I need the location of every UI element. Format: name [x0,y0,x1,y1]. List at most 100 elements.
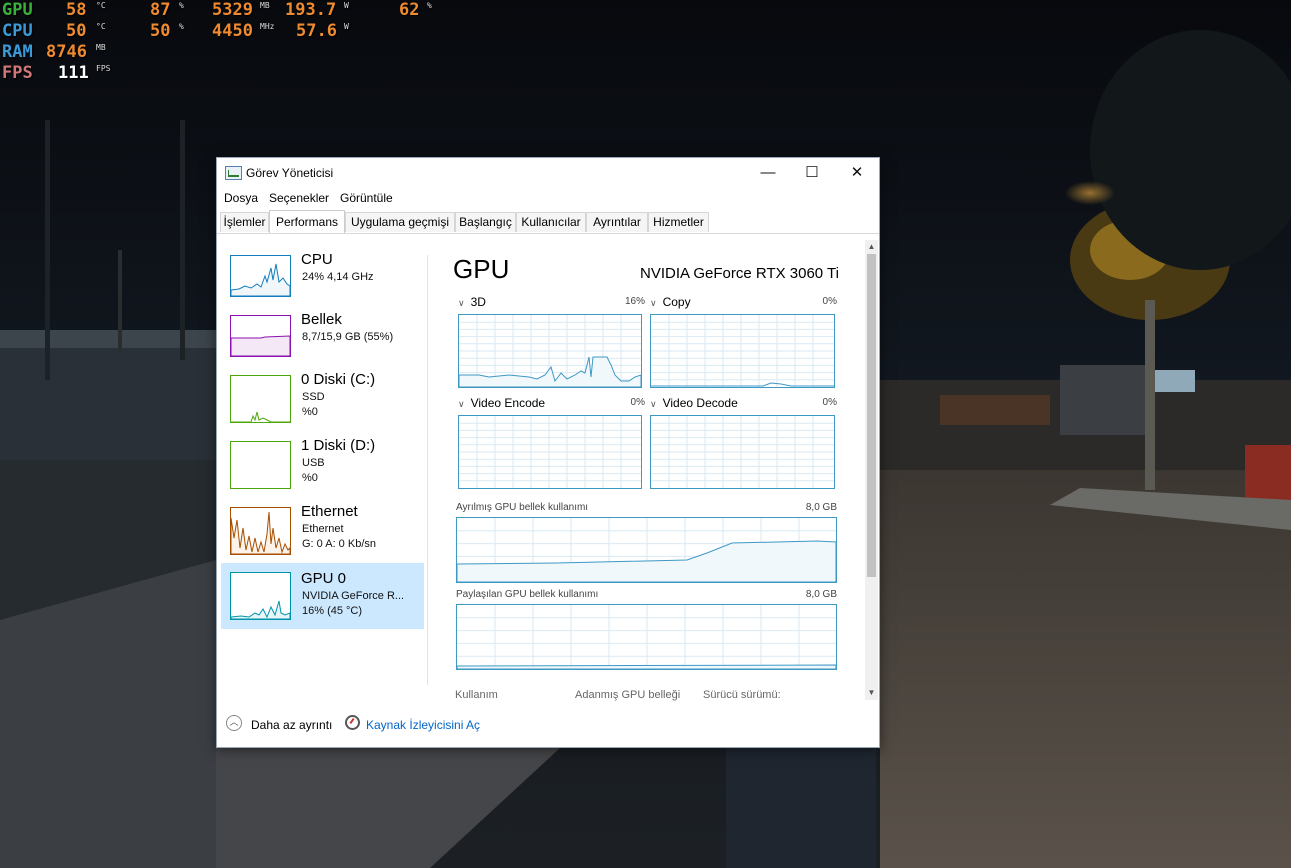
minimize-button[interactable]: — [745,158,791,187]
chevron-down-icon: ∨ [458,399,465,409]
resource-detail: G: 0 A: 0 Kb/sn [302,538,376,550]
osd-gpu-temp: 58 [66,0,87,20]
gpu-device-name: NVIDIA GeForce RTX 3060 Ti [640,265,839,282]
resource-item-cpu[interactable]: CPU 24% 4,14 GHz [221,249,424,313]
osd-gpu-load: 87 [150,0,171,20]
engine-percent: 0% [822,296,837,307]
task-manager-app-icon [225,166,242,180]
resource-title: Ethernet [301,503,358,520]
engine-percent: 16% [624,296,645,307]
engine-selector-copy[interactable]: ∨ Copy [650,295,691,309]
resource-title: Bellek [301,311,342,328]
dedicated-memory-graph [456,517,837,583]
engine-label: 3D [470,295,486,309]
open-resource-monitor-link[interactable]: Kaynak İzleyicisini Aç [366,718,480,732]
stat-utilization-label: Kullanım [455,689,498,701]
osd-cpu-clock: 4450 [212,21,253,41]
osd-gpu-power: 193.7 [285,0,337,20]
osd-unit: °C [96,22,106,31]
task-manager-window: Görev Yöneticisi — ☐ ✕ Dosya Seçenekler … [216,157,880,748]
osd-label-fps: FPS [2,63,33,83]
maximize-button[interactable]: ☐ [789,158,835,187]
menu-file[interactable]: Dosya [224,191,258,205]
resource-detail: %0 [302,406,318,418]
cpu-mini-graph [230,255,291,297]
tab-bar: İşlemler Performans Uygulama geçmişi Baş… [217,210,879,234]
tab-performance[interactable]: Performans [269,210,345,233]
chevron-down-icon: ∨ [650,399,657,409]
tab-services[interactable]: Hizmetler [648,212,709,232]
osd-gpu-fan: 62 [399,0,420,20]
engine-graph-video-encode [458,415,642,489]
osd-label-cpu: CPU [2,21,33,41]
engine-graph-copy [650,314,835,388]
resource-title: GPU 0 [301,570,347,587]
osd-cpu-load: 50 [150,21,171,41]
resource-item-ethernet[interactable]: Ethernet Ethernet G: 0 A: 0 Kb/sn [221,501,424,565]
menu-options[interactable]: Seçenekler [269,191,329,205]
osd-label-ram: RAM [2,42,33,62]
osd-unit: % [179,22,184,31]
chevron-up-circle-icon[interactable]: ︿ [226,715,242,731]
osd-unit: MHz [260,22,275,31]
osd-gpu-mem: 5329 [212,0,253,20]
scroll-down-arrow-icon[interactable]: ▼ [865,686,878,699]
footer-bar: ︿ Daha az ayrıntı Kaynak İzleyicisini Aç [217,706,879,748]
fewer-details-link[interactable]: Daha az ayrıntı [251,718,332,732]
stat-driver-version-label: Sürücü sürümü: [703,689,781,701]
osd-fps-value: 111 [58,63,89,83]
osd-unit: W [344,1,349,10]
resource-item-memory[interactable]: Bellek 8,7/15,9 GB (55%) [221,309,424,373]
osd-cpu-temp: 50 [66,21,87,41]
tab-startup[interactable]: Başlangıç [455,212,516,232]
close-button[interactable]: ✕ [834,158,880,187]
scrollbar-thumb[interactable] [867,254,876,577]
osd-unit: °C [96,1,106,10]
resource-title: 0 Diski (C:) [301,371,376,388]
engine-graph-3d [458,314,642,388]
osd-cpu-power: 57.6 [296,21,337,41]
engine-label: Video Decode [662,396,738,410]
shared-memory-graph [456,604,837,670]
engine-graph-video-decode [650,415,835,489]
resource-item-disk-c[interactable]: 0 Diski (C:) SSD %0 [221,369,424,433]
osd-unit: MB [260,1,270,10]
osd-label-gpu: GPU [2,0,33,20]
tab-app-history[interactable]: Uygulama geçmişi [345,212,455,232]
resource-detail: 8,7/15,9 GB (55%) [302,331,394,343]
resource-item-disk-d[interactable]: 1 Diski (D:) USB %0 [221,435,424,499]
engine-selector-video-decode[interactable]: ∨ Video Decode [650,396,738,410]
tab-details[interactable]: Ayrıntılar [586,212,648,232]
tab-users[interactable]: Kullanıcılar [516,212,586,232]
resource-title: CPU [301,251,333,268]
resource-item-gpu[interactable]: GPU 0 NVIDIA GeForce R... 16% (45 °C) [221,563,424,629]
resource-monitor-icon [345,715,360,730]
engine-percent: 0% [630,397,645,408]
stat-dedicated-memory-label: Adanmış GPU belleği [575,689,681,701]
dedicated-memory-max: 8,0 GB [805,502,837,513]
chevron-down-icon: ∨ [650,298,657,308]
shared-memory-label: Paylaşılan GPU bellek kullanımı [456,589,599,600]
resource-list: CPU 24% 4,14 GHz Bellek 8,7/15,9 GB (55%… [217,234,427,699]
resource-detail: NVIDIA GeForce R... [302,590,405,602]
engine-percent: 0% [822,397,837,408]
menu-view[interactable]: Görüntüle [340,191,393,205]
gpu-mini-graph [230,572,291,620]
osd-ram-used: 8746 [46,42,87,62]
engine-selector-3d[interactable]: ∨ 3D [458,295,486,309]
memory-mini-graph [230,315,291,357]
osd-unit: MB [96,43,106,52]
tab-processes[interactable]: İşlemler [220,212,269,232]
osd-unit: % [427,1,432,10]
engine-selector-video-encode[interactable]: ∨ Video Encode [458,396,545,410]
title-bar[interactable]: Görev Yöneticisi — ☐ ✕ [217,158,879,187]
scroll-up-arrow-icon[interactable]: ▲ [865,240,878,253]
resource-detail: %0 [302,472,318,484]
resource-detail: SSD [302,391,325,403]
resource-title: 1 Diski (D:) [301,437,376,454]
ethernet-mini-graph [230,507,291,555]
shared-memory-max: 8,0 GB [805,589,837,600]
resource-detail: Ethernet [302,523,344,535]
engine-label: Copy [662,295,691,309]
dedicated-memory-label: Ayrılmış GPU bellek kullanımı [456,502,589,513]
